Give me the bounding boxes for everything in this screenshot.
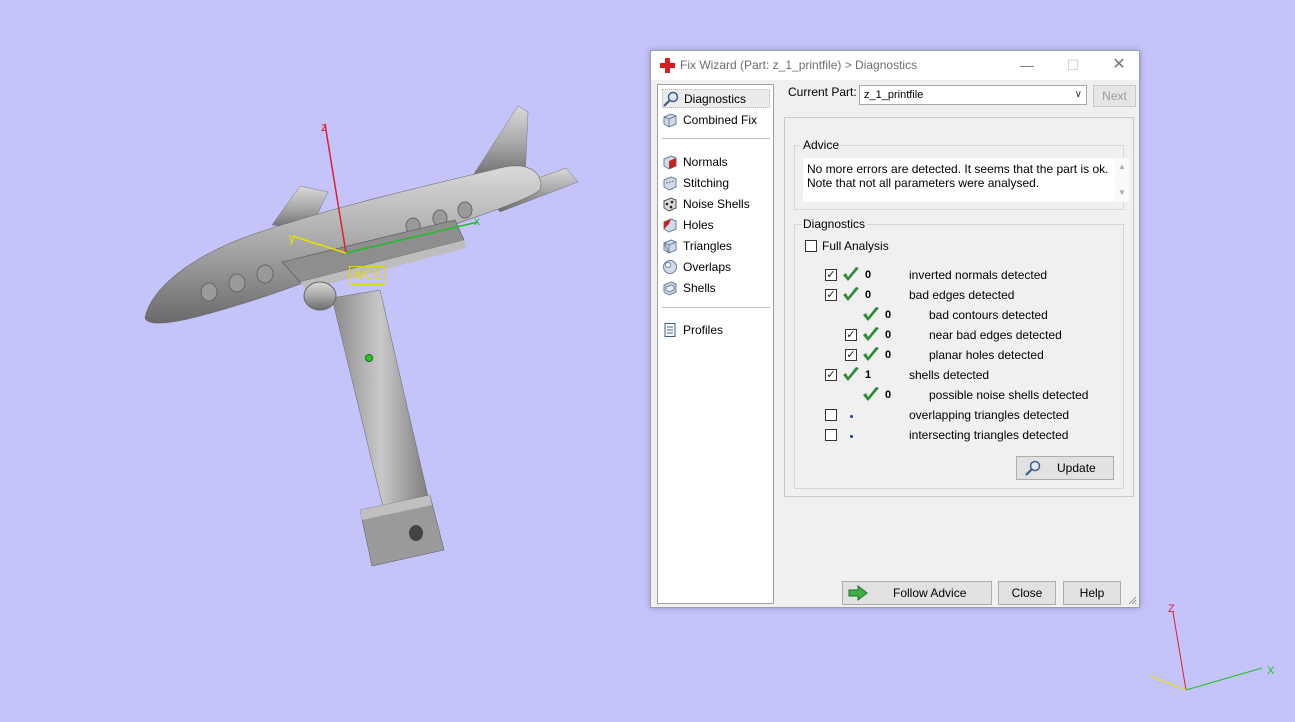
row-count: 0: [885, 389, 892, 401]
fix-wizard-dialog: Fix Wizard (Part: z_1_printfile) > Diagn…: [650, 50, 1140, 608]
nav-item-stitching[interactable]: Stitching: [662, 173, 770, 192]
overlaps-icon: [663, 259, 677, 274]
normals-cube-icon: [663, 154, 677, 170]
current-part-value: z_1_printfile: [864, 89, 924, 101]
green-arrow-icon: [848, 585, 868, 601]
advice-group: Advice No more errors are detected. It s…: [794, 138, 1129, 210]
resize-grip-icon[interactable]: [1127, 595, 1137, 605]
mini-axis-z-label: Z: [1168, 603, 1175, 615]
maximize-button[interactable]: ☐: [1061, 55, 1085, 77]
nav-item-holes[interactable]: Holes: [662, 215, 770, 234]
pending-dot-icon: [850, 435, 853, 438]
axis-x-label: x: [474, 214, 480, 228]
green-check-icon: [843, 287, 859, 301]
nav-item-shells[interactable]: Shells: [662, 278, 770, 297]
profiles-icon: [664, 322, 676, 337]
advice-line-2: Note that not all parameters were analys…: [807, 176, 1040, 190]
row-count: 1: [865, 369, 872, 381]
axis-y-label: y: [289, 231, 295, 245]
row-count: 0: [885, 349, 892, 361]
row-checkbox[interactable]: ✓: [825, 289, 837, 301]
diagnostics-title: Diagnostics: [801, 217, 868, 231]
shells-icon: [663, 280, 677, 296]
follow-advice-button[interactable]: Follow Advice: [842, 581, 992, 605]
nav-item-normals[interactable]: Normals: [662, 152, 770, 171]
row-checkbox[interactable]: ✓: [825, 369, 837, 381]
full-analysis-label: Full Analysis: [822, 239, 889, 253]
full-analysis-checkbox[interactable]: [805, 240, 817, 252]
triangles-icon: [663, 238, 677, 254]
nav-item-noise-shells[interactable]: Noise Shells: [662, 194, 770, 213]
minimize-button[interactable]: —: [1015, 55, 1039, 77]
center-marker: [365, 354, 373, 362]
advice-scrollbar[interactable]: ▲ ▼: [1115, 158, 1129, 202]
update-button[interactable]: Update: [1016, 456, 1114, 480]
row-checkbox[interactable]: [825, 429, 837, 441]
row-label: overlapping triangles detected: [909, 408, 1070, 422]
scroll-up-icon[interactable]: ▲: [1118, 160, 1126, 174]
row-checkbox[interactable]: ✓: [845, 329, 857, 341]
wizard-nav: Diagnostics Combined Fix Normals Stitchi…: [657, 84, 774, 604]
mini-axis-x-label: X: [1267, 665, 1275, 677]
row-label: possible noise shells detected: [929, 388, 1089, 402]
row-count: 0: [865, 269, 872, 281]
row-label: near bad edges detected: [929, 328, 1062, 342]
help-button[interactable]: Help: [1063, 581, 1121, 605]
row-checkbox[interactable]: ✓: [825, 269, 837, 281]
nav-item-diagnostics[interactable]: Diagnostics: [662, 89, 770, 108]
diagnostics-group: Diagnostics Full Analysis ✓ 0 inverted nor…: [794, 217, 1124, 489]
wcs-label: WCS: [349, 266, 385, 285]
update-label: Update: [1057, 461, 1096, 475]
green-check-icon: [863, 327, 879, 341]
advice-line-1: No more errors are detected. It seems th…: [807, 162, 1109, 176]
row-label: intersecting triangles detected: [909, 428, 1069, 442]
dialog-title: Fix Wizard (Part: z_1_printfile) > Diagn…: [680, 58, 918, 72]
green-check-icon: [843, 267, 859, 281]
advice-title: Advice: [801, 138, 842, 152]
follow-advice-label: Follow Advice: [893, 586, 967, 600]
nav-item-triangles[interactable]: Triangles: [662, 236, 770, 255]
row-label: bad edges detected: [909, 288, 1015, 302]
row-label: bad contours detected: [929, 308, 1048, 322]
row-label: planar holes detected: [929, 348, 1044, 362]
red-cross-icon: [660, 58, 675, 73]
chevron-down-icon: ∨: [1074, 89, 1082, 100]
holes-cube-icon: [663, 217, 677, 233]
row-count: 0: [885, 309, 892, 321]
current-part-label: Current Part:: [788, 85, 857, 99]
close-window-button[interactable]: ✕: [1107, 55, 1131, 77]
orientation-triad: [1149, 611, 1263, 691]
row-label: inverted normals detected: [909, 268, 1048, 282]
nav-item-combined-fix[interactable]: Combined Fix: [662, 110, 770, 129]
nav-separator: [662, 138, 770, 139]
magnifier-icon: [663, 91, 679, 107]
green-check-icon: [863, 307, 879, 321]
row-checkbox[interactable]: ✓: [845, 349, 857, 361]
nav-item-overlaps[interactable]: Overlaps: [662, 257, 770, 276]
next-button[interactable]: Next: [1093, 85, 1136, 107]
row-label: shells detected: [909, 368, 990, 382]
pending-dot-icon: [850, 415, 853, 418]
diagnostics-panel: Advice No more errors are detected. It s…: [784, 117, 1134, 497]
nav-separator: [662, 307, 770, 308]
cube-icon: [663, 112, 677, 128]
row-count: 0: [865, 289, 872, 301]
stitching-cube-icon: [663, 175, 677, 191]
airplane-model[interactable]: [144, 105, 579, 567]
current-part-select[interactable]: z_1_printfile ∨: [859, 85, 1087, 105]
advice-text-box: No more errors are detected. It seems th…: [803, 158, 1129, 202]
green-check-icon: [843, 367, 859, 381]
scroll-down-icon[interactable]: ▼: [1118, 186, 1126, 200]
row-count: 0: [885, 329, 892, 341]
axis-z-label: z: [321, 120, 327, 134]
green-check-icon: [863, 347, 879, 361]
noise-shells-icon: [663, 196, 677, 212]
close-button[interactable]: Close: [998, 581, 1056, 605]
row-checkbox[interactable]: [825, 409, 837, 421]
magnifier-icon: [1025, 460, 1041, 476]
title-bar[interactable]: Fix Wizard (Part: z_1_printfile) > Diagn…: [651, 51, 1139, 80]
green-check-icon: [863, 387, 879, 401]
nav-item-profiles[interactable]: Profiles: [662, 320, 770, 339]
